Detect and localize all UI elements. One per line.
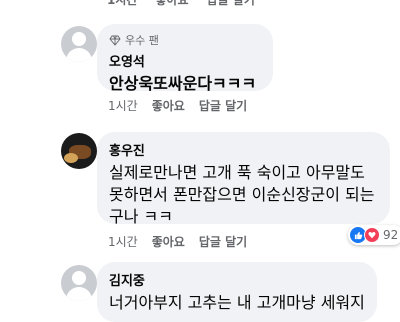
comment-bubble: 홍우진 실제로만나면 고개 푹 숙이고 아무말도 못하면서 폰만잡으면 이순신장…: [97, 132, 390, 226]
comment-text: 너거아부지 고추는 내 고개마냥 세워지: [109, 293, 365, 312]
badge-label: 우수 팬: [125, 34, 159, 47]
like-button[interactable]: 좋아요: [152, 97, 185, 114]
comment-author[interactable]: 홍우진: [109, 140, 378, 159]
comment-actions: 1시간 좋아요 답글 달기: [108, 97, 247, 114]
comment-time[interactable]: 1시간: [108, 233, 138, 250]
avatar[interactable]: [61, 133, 97, 169]
previous-reply-button[interactable]: 답글 달기: [207, 0, 255, 8]
comment-time[interactable]: 1시간: [108, 97, 138, 114]
comment-text: 안상욱또싸운다ㅋㅋㅋ: [109, 74, 257, 93]
avatar[interactable]: [61, 26, 97, 62]
reaction-count: 92: [383, 228, 399, 242]
reaction-summary[interactable]: 92: [348, 225, 400, 245]
comment-bubble: 김지중 너거아부지 고추는 내 고개마냥 세워지: [97, 262, 377, 322]
reply-button[interactable]: 답글 달기: [199, 233, 247, 250]
comment-author[interactable]: 김지중: [109, 270, 365, 289]
avatar[interactable]: [61, 265, 97, 301]
comment-actions: 1시간 좋아요 답글 달기: [108, 233, 247, 250]
comment-text: 실제로만나면 고개 푹 숙이고 아무말도 못하면서 폰만잡으면 이순신장군이 되…: [109, 163, 375, 226]
comment-bubble: 우수 팬 오영석 안상욱또싸운다ㅋㅋㅋ: [97, 24, 273, 93]
previous-comment-time: 1시간: [107, 0, 138, 7]
reply-button[interactable]: 답글 달기: [199, 97, 247, 114]
comment-author[interactable]: 오영석: [109, 51, 261, 70]
top-fan-badge: 우수 팬: [109, 32, 261, 48]
love-reaction-icon: [364, 227, 380, 243]
diamond-icon: [109, 35, 121, 46]
like-button[interactable]: 좋아요: [152, 233, 185, 250]
previous-comment-actions: 1시간 좋아요 답글 달기: [107, 0, 255, 8]
previous-like-button[interactable]: 좋아요: [155, 0, 188, 8]
